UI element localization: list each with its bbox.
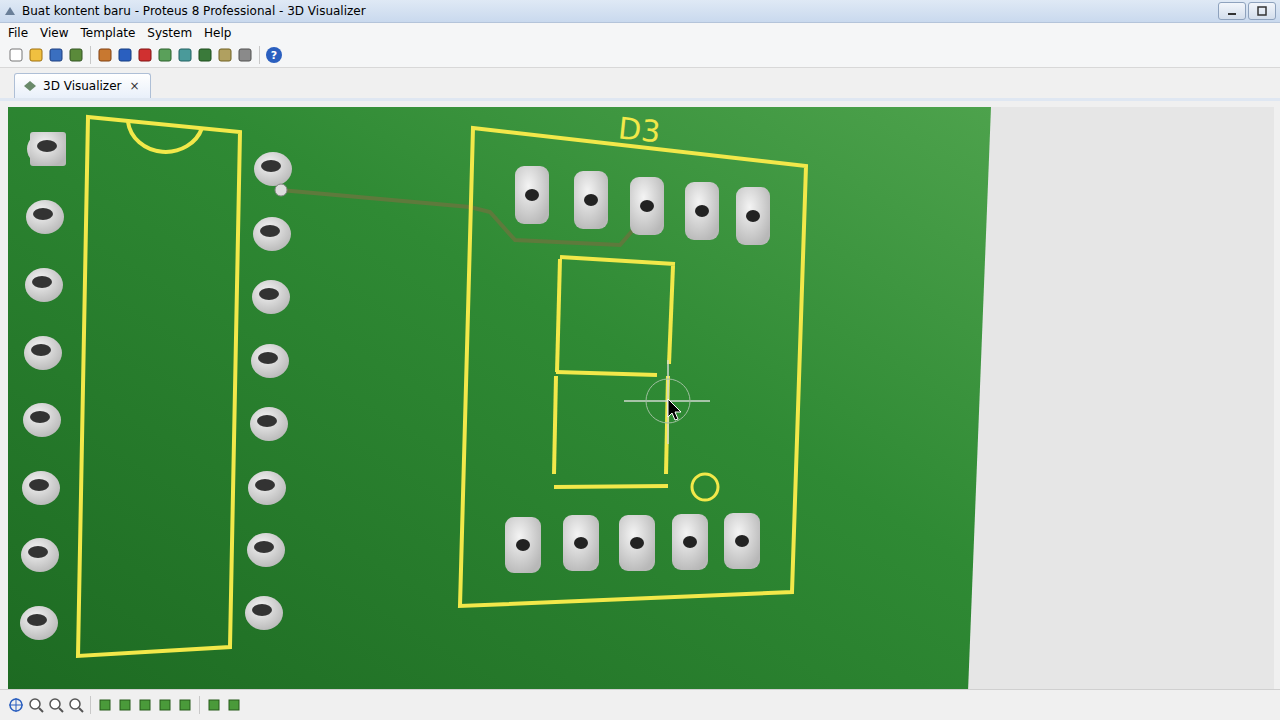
gerber-button[interactable] <box>177 47 193 63</box>
home-icon <box>97 47 113 63</box>
menu-bar: FileViewTemplateSystemHelp <box>0 23 1280 43</box>
title-bar: Buat kontent baru - Proteus 8 Profession… <box>0 0 1280 23</box>
3d-view-icon <box>157 47 173 63</box>
app-icon <box>4 5 16 17</box>
open-folder-icon <box>28 47 44 63</box>
3d-view-button[interactable] <box>157 47 173 63</box>
minimize-button[interactable] <box>1218 2 1246 20</box>
3d-viewport[interactable]: D3 <box>8 107 1274 689</box>
bom-icon <box>197 47 213 63</box>
pad <box>574 171 608 229</box>
close-tab-button[interactable]: × <box>127 79 141 93</box>
menu-item[interactable]: File <box>2 24 34 42</box>
pad <box>251 344 289 378</box>
schematic-icon <box>117 47 133 63</box>
pad <box>25 268 63 302</box>
bom-button[interactable] <box>197 47 213 63</box>
pad <box>27 132 65 166</box>
pcb-board: D3 <box>8 107 1274 689</box>
pad <box>685 182 719 240</box>
gerber-icon <box>177 47 193 63</box>
zoom-in-icon <box>28 697 44 713</box>
open-folder-button[interactable] <box>28 47 44 63</box>
pad <box>24 336 62 370</box>
pad <box>505 517 541 573</box>
maximize-icon <box>1257 6 1267 16</box>
minimize-icon <box>1227 6 1237 16</box>
pad <box>736 187 770 245</box>
board-view-button[interactable] <box>226 697 242 713</box>
pad <box>724 513 760 569</box>
pan-icon <box>8 697 24 713</box>
right-view-icon <box>177 697 193 713</box>
crosshair-cursor <box>624 360 710 444</box>
pad <box>23 403 61 437</box>
pad <box>252 280 290 314</box>
dimensions-button[interactable] <box>206 697 222 713</box>
pad <box>563 515 599 571</box>
pad <box>672 514 708 570</box>
window-title: Buat kontent baru - Proteus 8 Profession… <box>22 4 1212 18</box>
left-view-icon <box>137 697 153 713</box>
tab[interactable]: 3D Visualizer × <box>14 73 151 98</box>
left-view-button[interactable] <box>137 697 153 713</box>
rotate-icon <box>68 697 84 713</box>
top-view-icon <box>117 697 133 713</box>
menu-item[interactable]: System <box>141 24 198 42</box>
schematic-button[interactable] <box>117 47 133 63</box>
help-button[interactable]: ? <box>266 47 282 63</box>
zoom-out-button[interactable] <box>48 697 64 713</box>
pad <box>515 166 549 224</box>
front-view-button[interactable] <box>97 697 113 713</box>
pad <box>250 407 288 441</box>
new-file-button[interactable] <box>8 47 24 63</box>
front-view-icon <box>97 697 113 713</box>
design-explorer-icon <box>217 47 233 63</box>
top-view-button[interactable] <box>117 697 133 713</box>
pad <box>20 606 58 640</box>
pcb-icon <box>137 47 153 63</box>
back-view-icon <box>157 697 173 713</box>
home-button[interactable] <box>97 47 113 63</box>
menu-item[interactable]: Template <box>75 24 142 42</box>
save-all-icon <box>68 47 84 63</box>
board-view-icon <box>226 697 242 713</box>
back-view-button[interactable] <box>157 697 173 713</box>
pad <box>26 200 64 234</box>
design-explorer-button[interactable] <box>217 47 233 63</box>
component-label: D3 <box>616 110 662 149</box>
view-toolbar <box>0 689 1280 720</box>
zoom-in-button[interactable] <box>28 697 44 713</box>
source-code-button[interactable] <box>237 47 253 63</box>
visualizer-icon <box>23 80 37 92</box>
menu-item[interactable]: View <box>34 24 74 42</box>
tab-label: 3D Visualizer <box>43 79 121 93</box>
save-all-button[interactable] <box>68 47 84 63</box>
rotate-button[interactable] <box>68 697 84 713</box>
new-file-icon <box>8 47 24 63</box>
pad <box>22 471 60 505</box>
pan-button[interactable] <box>8 697 24 713</box>
right-view-button[interactable] <box>177 697 193 713</box>
pad <box>245 596 283 630</box>
maximize-button[interactable] <box>1248 2 1276 20</box>
pad <box>630 177 664 235</box>
pad <box>248 471 286 505</box>
pcb-button[interactable] <box>137 47 153 63</box>
pad <box>247 533 285 567</box>
menu-item[interactable]: Help <box>198 24 237 42</box>
pad <box>619 515 655 571</box>
pad <box>253 217 291 251</box>
toolbar: ? <box>0 43 1280 68</box>
pad <box>21 538 59 572</box>
save-icon <box>48 47 64 63</box>
display-outline <box>460 128 806 606</box>
tab-strip: 3D Visualizer × <box>0 68 1280 101</box>
dimensions-icon <box>206 697 222 713</box>
pad <box>254 152 292 186</box>
help-icon: ? <box>266 47 282 63</box>
source-code-icon <box>237 47 253 63</box>
save-button[interactable] <box>48 47 64 63</box>
zoom-out-icon <box>48 697 64 713</box>
